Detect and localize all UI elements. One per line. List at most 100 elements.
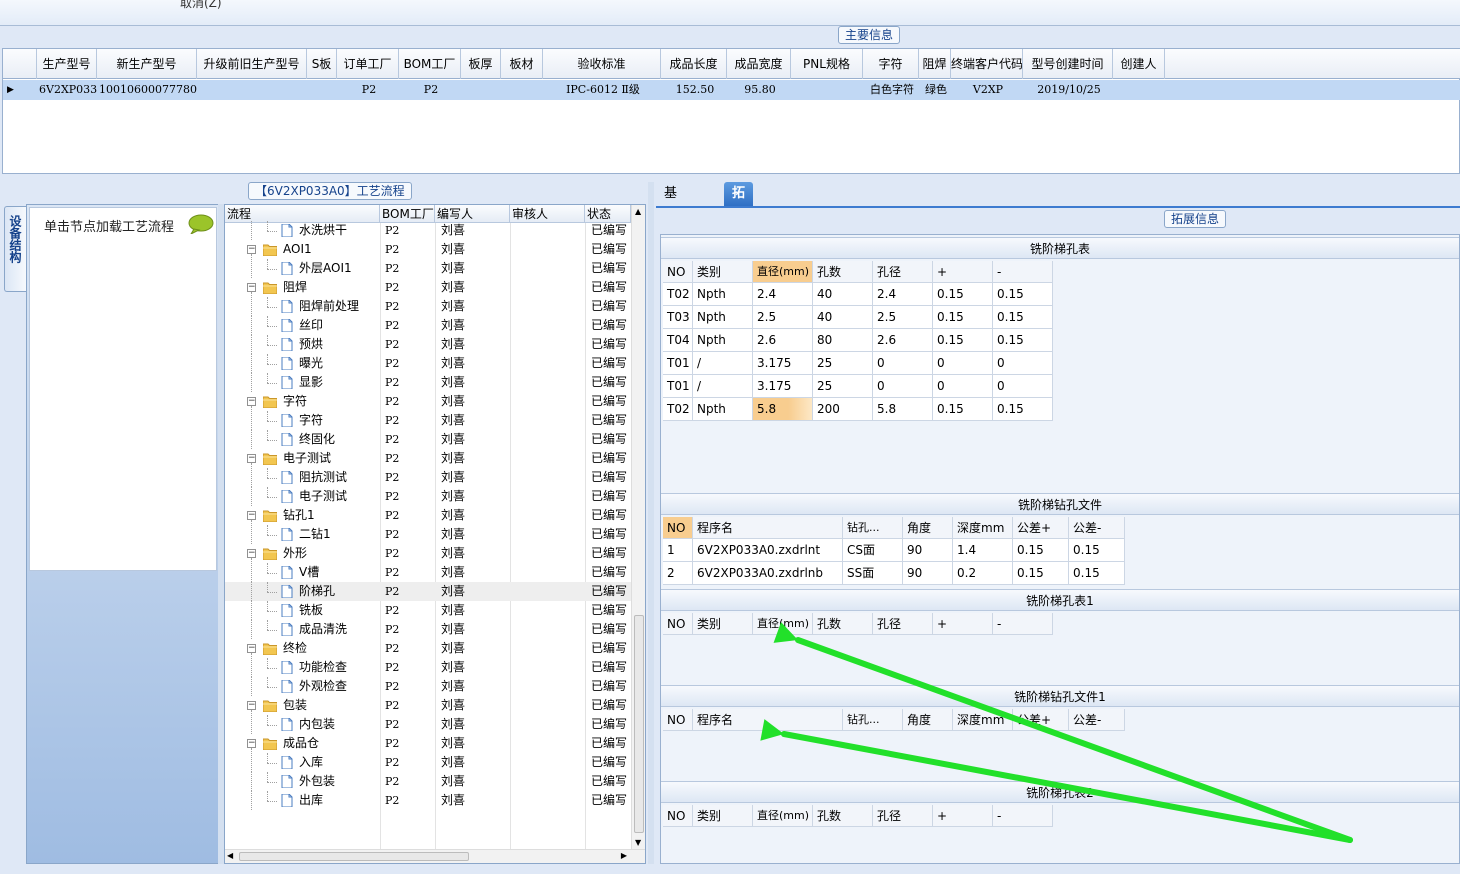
grid-col-header[interactable]: + bbox=[933, 613, 993, 635]
grid-cell[interactable]: 80 bbox=[813, 329, 873, 352]
grid-cell[interactable]: 0.15 bbox=[993, 398, 1053, 421]
tab-extended-info[interactable]: 拓展信息 bbox=[724, 182, 754, 273]
grid-cell[interactable]: 25 bbox=[813, 352, 873, 375]
flow-vscroll-thumb[interactable] bbox=[634, 615, 644, 833]
grid-col-header[interactable]: 孔径 bbox=[873, 805, 933, 827]
flow-row[interactable]: 二钻1 P2 刘喜 已编写 bbox=[225, 525, 631, 544]
flow-row[interactable]: 入库 P2 刘喜 已编写 bbox=[225, 753, 631, 772]
flow-row[interactable]: 显影 P2 刘喜 已编写 bbox=[225, 373, 631, 392]
tab-basic-info[interactable]: 基本信息 bbox=[656, 182, 685, 273]
grid-col-header[interactable]: 直径(mm) bbox=[753, 613, 813, 635]
grid-cell[interactable]: CS面 bbox=[843, 539, 903, 562]
flow-row[interactable]: − 电子测试 P2 刘喜 已编写 bbox=[225, 449, 631, 473]
grid-col-header[interactable]: 角度 bbox=[903, 517, 953, 539]
main-cell-model[interactable]: 6V2XP033A0 bbox=[37, 80, 97, 100]
grid-col-header[interactable]: 直径(mm) bbox=[753, 261, 813, 283]
grid-col-header[interactable]: 角度 bbox=[903, 709, 953, 731]
scroll-down-icon[interactable]: ▼ bbox=[635, 838, 641, 847]
flow-row[interactable]: 阶梯孔 P2 刘喜 已编写 bbox=[225, 582, 631, 601]
flow-row[interactable]: V槽 P2 刘喜 已编写 bbox=[225, 563, 631, 582]
grid-col-header[interactable]: + bbox=[933, 261, 993, 283]
main-col-header[interactable]: 阻焊 bbox=[919, 49, 951, 79]
grid-cell[interactable]: 0.15 bbox=[1069, 562, 1125, 585]
flow-row[interactable]: 终固化 P2 刘喜 已编写 bbox=[225, 430, 631, 449]
main-col-header[interactable]: 终端客户代码 bbox=[951, 49, 1023, 79]
grid-cell[interactable]: 0.15 bbox=[933, 306, 993, 329]
grid-cell[interactable]: Npth bbox=[693, 306, 753, 329]
flow-row[interactable]: − 外形 P2 刘喜 已编写 bbox=[225, 544, 631, 568]
main-cell-length[interactable]: 152.50 bbox=[661, 80, 727, 100]
main-col-header[interactable]: 验收标准 bbox=[543, 49, 661, 79]
main-cell-old-model[interactable] bbox=[197, 80, 307, 100]
flow-row[interactable]: − 成品仓 P2 刘喜 已编写 bbox=[225, 734, 631, 758]
grid-cell[interactable]: 6V2XP033A0.zxdrlnt bbox=[693, 539, 843, 562]
grid-col-header[interactable]: NO bbox=[663, 517, 693, 539]
expand-toggle-icon[interactable]: − bbox=[247, 245, 256, 254]
grid-col-header[interactable]: 公差+ bbox=[1013, 709, 1069, 731]
grid-cell[interactable]: 2.6 bbox=[753, 329, 813, 352]
main-cell-bom-factory[interactable]: P2 bbox=[399, 80, 461, 100]
main-cell-standard[interactable]: IPC-6012 Ⅱ级 bbox=[543, 80, 661, 100]
scroll-right-icon[interactable]: ▶ bbox=[621, 851, 627, 860]
expand-toggle-icon[interactable]: − bbox=[247, 644, 256, 653]
right-splitter[interactable] bbox=[648, 182, 654, 864]
flow-row[interactable]: 外层AOI1 P2 刘喜 已编写 bbox=[225, 259, 631, 278]
cancel-button[interactable]: 取消(Z) bbox=[180, 0, 222, 11]
grid-cell[interactable]: 0.15 bbox=[933, 283, 993, 306]
grid-col-header[interactable]: 公差+ bbox=[1013, 517, 1069, 539]
main-cell-width[interactable]: 95.80 bbox=[727, 80, 791, 100]
grid-cell[interactable]: 2.5 bbox=[873, 306, 933, 329]
main-col-header[interactable]: 型号创建时间 bbox=[1023, 49, 1113, 79]
expand-toggle-icon[interactable]: − bbox=[247, 511, 256, 520]
grid-col-header[interactable]: 程序名 bbox=[693, 709, 843, 731]
grid-cell[interactable]: 0 bbox=[993, 352, 1053, 375]
grid-col-header[interactable]: 孔数 bbox=[813, 613, 873, 635]
grid-cell[interactable]: Npth bbox=[693, 398, 753, 421]
grid-cell[interactable]: 0 bbox=[933, 375, 993, 398]
main-cell-new-model[interactable]: 10010600077780 bbox=[97, 80, 197, 100]
grid-col-header[interactable]: - bbox=[993, 261, 1053, 283]
grid-cell[interactable]: 0.15 bbox=[1013, 562, 1069, 585]
main-info-row[interactable]: ▶ 6V2XP033A010010600077780 P2P2 IPC-6012 Ⅱ… bbox=[3, 80, 1460, 100]
main-col-header[interactable]: 创建人 bbox=[1113, 49, 1165, 79]
main-cell-pnl[interactable] bbox=[791, 80, 863, 100]
grid-cell[interactable]: 0.15 bbox=[993, 306, 1053, 329]
main-col-header[interactable]: 字符 bbox=[863, 49, 919, 79]
grid-cell[interactable]: 5.8 bbox=[753, 398, 813, 421]
grid-cell[interactable]: 0 bbox=[873, 375, 933, 398]
flow-row[interactable]: − 终检 P2 刘喜 已编写 bbox=[225, 639, 631, 663]
main-cell-material[interactable] bbox=[501, 80, 543, 100]
grid-cell[interactable]: T04 bbox=[663, 329, 693, 352]
flow-row[interactable]: 外包装 P2 刘喜 已编写 bbox=[225, 772, 631, 791]
main-col-header[interactable]: 板厚 bbox=[461, 49, 501, 79]
main-col-header[interactable]: 生产型号 bbox=[37, 49, 97, 79]
grid-col-header[interactable]: 孔数 bbox=[813, 805, 873, 827]
grid-cell[interactable]: 0 bbox=[933, 352, 993, 375]
expand-toggle-icon[interactable]: − bbox=[247, 549, 256, 558]
grid-col-header[interactable]: NO bbox=[663, 709, 693, 731]
flow-row[interactable]: − 字符 P2 刘喜 已编写 bbox=[225, 392, 631, 416]
grid-col-header[interactable]: 钻孔... bbox=[843, 709, 903, 731]
flow-row[interactable]: − 阻焊 P2 刘喜 已编写 bbox=[225, 278, 631, 302]
grid-cell[interactable]: 5.8 bbox=[873, 398, 933, 421]
grid-col-header[interactable]: 程序名 bbox=[693, 517, 843, 539]
grid-col-header[interactable]: 孔径 bbox=[873, 261, 933, 283]
main-cell-customer[interactable]: V2XP bbox=[951, 80, 1023, 100]
grid-cell[interactable]: 0.15 bbox=[933, 398, 993, 421]
flow-hscroll-thumb[interactable] bbox=[239, 852, 469, 861]
expand-toggle-icon[interactable]: − bbox=[247, 283, 256, 292]
grid-col-header[interactable]: 类别 bbox=[693, 805, 753, 827]
grid-cell[interactable]: T01 bbox=[663, 375, 693, 398]
grid-col-header[interactable]: NO bbox=[663, 613, 693, 635]
grid-cell[interactable]: 90 bbox=[903, 539, 953, 562]
grid-col-header[interactable]: 公差- bbox=[1069, 517, 1125, 539]
expand-toggle-icon[interactable]: − bbox=[247, 397, 256, 406]
grid-cell[interactable]: 0 bbox=[873, 352, 933, 375]
flow-row[interactable]: 外观检查 P2 刘喜 已编写 bbox=[225, 677, 631, 696]
scroll-left-icon[interactable]: ◀ bbox=[227, 851, 233, 860]
grid-cell[interactable]: 0.15 bbox=[1013, 539, 1069, 562]
grid-col-header[interactable]: 深度mm bbox=[953, 517, 1013, 539]
flow-row[interactable]: 出库 P2 刘喜 已编写 bbox=[225, 791, 631, 810]
scroll-up-icon[interactable]: ▲ bbox=[635, 207, 641, 216]
device-structure-tab[interactable]: 设备结构 bbox=[4, 206, 26, 292]
